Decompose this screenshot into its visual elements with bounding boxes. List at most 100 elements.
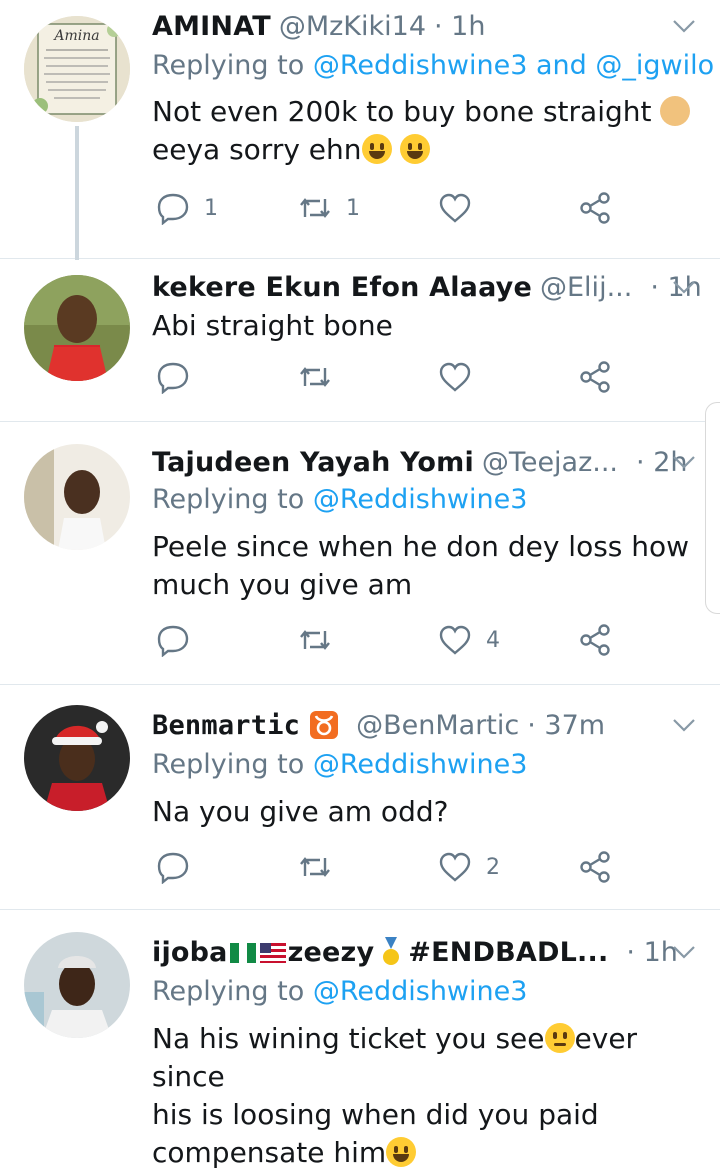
retweet-count: 1 xyxy=(346,195,360,221)
replying-to: Replying to @Reddishwine3 and @_igwilo xyxy=(152,50,714,81)
retweet-icon xyxy=(300,198,330,218)
share-icon xyxy=(580,624,610,656)
svg-text:Amina: Amina xyxy=(52,28,99,44)
retweet-icon xyxy=(300,630,330,650)
tweet-text-line: Abi straight bone xyxy=(152,309,393,342)
reply-button[interactable] xyxy=(156,845,190,889)
like-count: 4 xyxy=(486,627,500,653)
like-button[interactable] xyxy=(438,355,472,399)
like-icon xyxy=(439,362,471,392)
timestamp[interactable]: · 1h xyxy=(434,11,485,42)
replying-to-label: Replying to xyxy=(152,484,305,515)
tweet-text-line: eeya sorry ehn xyxy=(152,133,362,166)
retweet-button[interactable] xyxy=(298,355,332,399)
display-name-part: #ENDBADL... xyxy=(408,936,609,968)
avatar-image xyxy=(24,275,130,381)
like-count: 2 xyxy=(486,854,500,880)
retweet-icon xyxy=(300,367,330,387)
tweet-text-line: his is loosing when did you paid xyxy=(152,1098,599,1131)
share-icon xyxy=(580,361,610,393)
avatar[interactable] xyxy=(24,932,130,1038)
avatar[interactable] xyxy=(24,705,130,811)
chevron-down-icon[interactable] xyxy=(670,448,698,476)
tweet-text-line: much you give am xyxy=(152,568,413,601)
retweet-button[interactable]: 1 xyxy=(298,186,360,230)
tweet-text: Abi straight bone xyxy=(152,307,692,345)
user-handle[interactable]: @Elij... xyxy=(540,272,632,303)
replying-to-link[interactable]: @Reddishwine3 and @_igwilo xyxy=(313,50,714,81)
like-icon xyxy=(439,852,471,882)
tweet-actions xyxy=(152,355,632,399)
share-button[interactable] xyxy=(578,618,612,662)
tweet[interactable]: Tajudeen Yayah Yomi @Teejaz... · 2h Repl… xyxy=(0,422,720,685)
replying-to-link[interactable]: @Reddishwine3 xyxy=(313,976,528,1007)
reply-icon xyxy=(157,362,189,394)
avatar-image: Amina xyxy=(24,16,130,122)
taurus-icon xyxy=(310,711,339,739)
avatar-image xyxy=(24,932,130,1038)
tweet-text: Na his wining ticket you see ever since h… xyxy=(152,1020,692,1172)
scroll-handle[interactable] xyxy=(705,402,720,614)
timestamp[interactable]: · 37m xyxy=(527,710,605,741)
display-name[interactable]: Benmartic xyxy=(152,710,300,741)
reply-icon xyxy=(157,852,189,884)
avatar[interactable]: Amina xyxy=(24,16,130,122)
tweet-text: Not even 200k to buy bone straight eeya … xyxy=(152,93,692,169)
tweet-header: Tajudeen Yayah Yomi @Teejaz... · 2h xyxy=(152,442,698,482)
tweet-text: Na you give am odd? xyxy=(152,793,692,831)
chevron-down-icon[interactable] xyxy=(670,711,698,739)
reply-button[interactable] xyxy=(156,355,190,399)
user-handle[interactable]: @MzKiki14 xyxy=(279,11,426,42)
reply-button[interactable] xyxy=(156,618,190,662)
tweet-header: kekere Ekun Efon Alaaye @Elij... · 1h xyxy=(152,267,702,307)
tweet-text: Peele since when he don dey loss how muc… xyxy=(152,528,692,604)
share-icon xyxy=(580,851,610,883)
avatar[interactable] xyxy=(24,275,130,381)
replying-to: Replying to @Reddishwine3 xyxy=(152,484,527,515)
avatar-image xyxy=(24,444,130,550)
replying-to-link[interactable]: @Reddishwine3 xyxy=(313,484,528,515)
rofl-emoji-icon xyxy=(361,134,392,164)
share-button[interactable] xyxy=(578,845,612,889)
chevron-down-icon[interactable] xyxy=(670,273,698,301)
tweet[interactable]: ijoba zeezy #ENDBADL... · 1h Replying to @… xyxy=(0,910,720,1169)
nigeria-flag-icon xyxy=(229,942,256,963)
thinking-emoji-icon xyxy=(544,1023,575,1053)
display-name[interactable]: kekere Ekun Efon Alaaye xyxy=(152,272,532,303)
chevron-down-icon[interactable] xyxy=(670,938,698,966)
replying-to-link[interactable]: @Reddishwine3 xyxy=(313,749,528,780)
display-name[interactable]: ijoba zeezy #ENDBADL... xyxy=(152,936,609,968)
retweet-button[interactable] xyxy=(298,618,332,662)
chevron-down-icon[interactable] xyxy=(670,12,698,40)
replying-to-label: Replying to xyxy=(152,976,305,1007)
avatar[interactable] xyxy=(24,444,130,550)
like-button[interactable]: 2 xyxy=(438,845,500,889)
replying-to: Replying to @Reddishwine3 xyxy=(152,749,527,780)
share-button[interactable] xyxy=(578,355,612,399)
reply-icon xyxy=(157,625,189,657)
like-icon xyxy=(439,625,471,655)
reply-button[interactable]: 1 xyxy=(156,186,218,230)
user-handle[interactable]: @BenMartic xyxy=(356,710,519,741)
tweet-actions: 1 1 xyxy=(152,186,632,230)
tweet-text-line: Na his wining ticket you see xyxy=(152,1022,545,1055)
facepalm-emoji-icon xyxy=(660,96,691,126)
tweet[interactable]: Amina AMINAT @MzKiki14 · 1h Replying to … xyxy=(0,0,720,260)
tweet-header: ijoba zeezy #ENDBADL... · 1h xyxy=(152,932,698,972)
tweet-header: Benmartic @BenMartic · 37m xyxy=(152,705,698,745)
like-button[interactable]: 4 xyxy=(438,618,500,662)
display-name[interactable]: AMINAT xyxy=(152,11,271,42)
display-name[interactable]: Tajudeen Yayah Yomi xyxy=(152,447,474,478)
user-handle[interactable]: @Teejaz... xyxy=(482,447,618,478)
replying-to: Replying to @Reddishwine3 xyxy=(152,976,527,1007)
share-button[interactable] xyxy=(578,186,612,230)
share-icon xyxy=(580,192,610,224)
tweet[interactable]: kekere Ekun Efon Alaaye @Elij... · 1h Ab… xyxy=(0,259,720,422)
like-button[interactable] xyxy=(438,186,486,230)
display-name-part: zeezy xyxy=(287,936,375,968)
tweet-text-line: Not even 200k to buy bone straight xyxy=(152,95,652,128)
retweet-button[interactable] xyxy=(298,845,332,889)
tweet[interactable]: Benmartic @BenMartic · 37m Replying to @… xyxy=(0,685,720,910)
tweet-header: AMINAT @MzKiki14 · 1h xyxy=(152,6,698,46)
tweet-actions: 2 xyxy=(152,845,632,889)
